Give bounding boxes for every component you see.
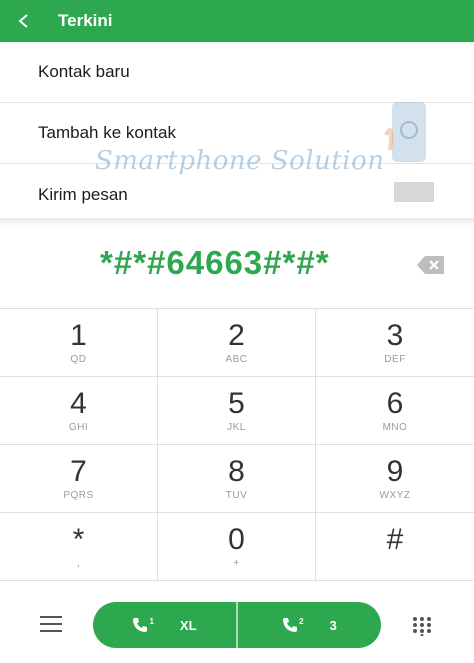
key-digit: 2 bbox=[228, 318, 245, 352]
key-letters: QD bbox=[70, 353, 87, 365]
sim2-carrier-label: 3 bbox=[329, 617, 337, 633]
key-letters: , bbox=[76, 557, 81, 569]
phone-icon bbox=[133, 618, 148, 632]
key-digit: 6 bbox=[386, 386, 404, 420]
watermark-logo bbox=[384, 102, 434, 202]
key-letters: WXYZ bbox=[379, 489, 411, 501]
divider bbox=[0, 218, 474, 226]
key-letters: PQRS bbox=[63, 489, 94, 501]
key-5[interactable]: 5 JKL bbox=[158, 377, 316, 445]
key-letters: ABC bbox=[225, 353, 248, 365]
key-4[interactable]: 4 GHI bbox=[0, 377, 158, 445]
key-digit: 5 bbox=[228, 386, 245, 420]
key-digit: 0 bbox=[228, 522, 245, 556]
key-letters: + bbox=[233, 557, 240, 569]
top-app-bar: Terkini bbox=[0, 0, 474, 42]
key-6[interactable]: 6 MNO bbox=[316, 377, 474, 445]
key-digit: 9 bbox=[386, 454, 404, 488]
key-letters: GHI bbox=[68, 421, 89, 433]
call-sim1-button[interactable]: 1 XL bbox=[93, 602, 236, 648]
sim1-carrier-label: XL bbox=[179, 617, 197, 633]
dialed-number[interactable]: *#*#64663#*#* bbox=[100, 244, 330, 282]
keypad-toggle-icon[interactable] bbox=[412, 616, 432, 636]
key-letters: TUV bbox=[225, 489, 248, 501]
key-star[interactable]: *, bbox=[0, 513, 158, 581]
key-3[interactable]: 3 DEF bbox=[316, 309, 474, 377]
key-digit: # bbox=[386, 522, 404, 556]
sim2-call-icon: 2 bbox=[282, 617, 304, 633]
key-9[interactable]: 9 WXYZ bbox=[316, 445, 474, 513]
key-digit: 4 bbox=[70, 386, 87, 420]
sim1-call-icon: 1 bbox=[132, 617, 154, 633]
backspace-icon[interactable] bbox=[416, 254, 446, 276]
key-digit: * bbox=[72, 522, 85, 556]
key-letters: MNO bbox=[382, 421, 408, 433]
key-8[interactable]: 8 TUV bbox=[158, 445, 316, 513]
sim2-index: 2 bbox=[299, 617, 304, 626]
key-7[interactable]: 7 PQRS bbox=[0, 445, 158, 513]
key-letters: JKL bbox=[227, 421, 246, 433]
phone-icon bbox=[283, 618, 298, 632]
key-letters: DEF bbox=[384, 353, 406, 365]
key-digit: 7 bbox=[70, 454, 87, 488]
back-button[interactable] bbox=[0, 0, 48, 42]
watermark-text: Smartphone Solution bbox=[95, 146, 385, 176]
page-title: Terkini bbox=[58, 11, 113, 30]
dial-keypad: 1 QD 2 ABC 3 DEF 4 GHI 5 JKL 6 MNO 7 PQRS 8 TUV … bbox=[0, 308, 474, 581]
key-2[interactable]: 2 ABC bbox=[158, 309, 316, 377]
back-arrow-icon bbox=[18, 14, 28, 28]
key-digit: 1 bbox=[70, 318, 87, 352]
key-1[interactable]: 1 QD bbox=[0, 309, 158, 377]
hamburger-menu-icon[interactable] bbox=[40, 616, 62, 632]
menu-item-new-contact[interactable]: Kontak baru bbox=[0, 42, 474, 103]
bottom-bar: 1 XL 2 3 bbox=[0, 582, 474, 663]
key-0[interactable]: 0 + bbox=[158, 513, 316, 581]
key-digit: 8 bbox=[228, 454, 245, 488]
call-buttons: 1 XL 2 3 bbox=[93, 602, 381, 648]
key-digit: 3 bbox=[386, 318, 404, 352]
key-hash[interactable]: # bbox=[316, 513, 474, 581]
sim1-index: 1 bbox=[149, 617, 154, 626]
dialed-number-row: *#*#64663#*#* bbox=[0, 226, 474, 306]
call-sim2-button[interactable]: 2 3 bbox=[236, 602, 381, 648]
